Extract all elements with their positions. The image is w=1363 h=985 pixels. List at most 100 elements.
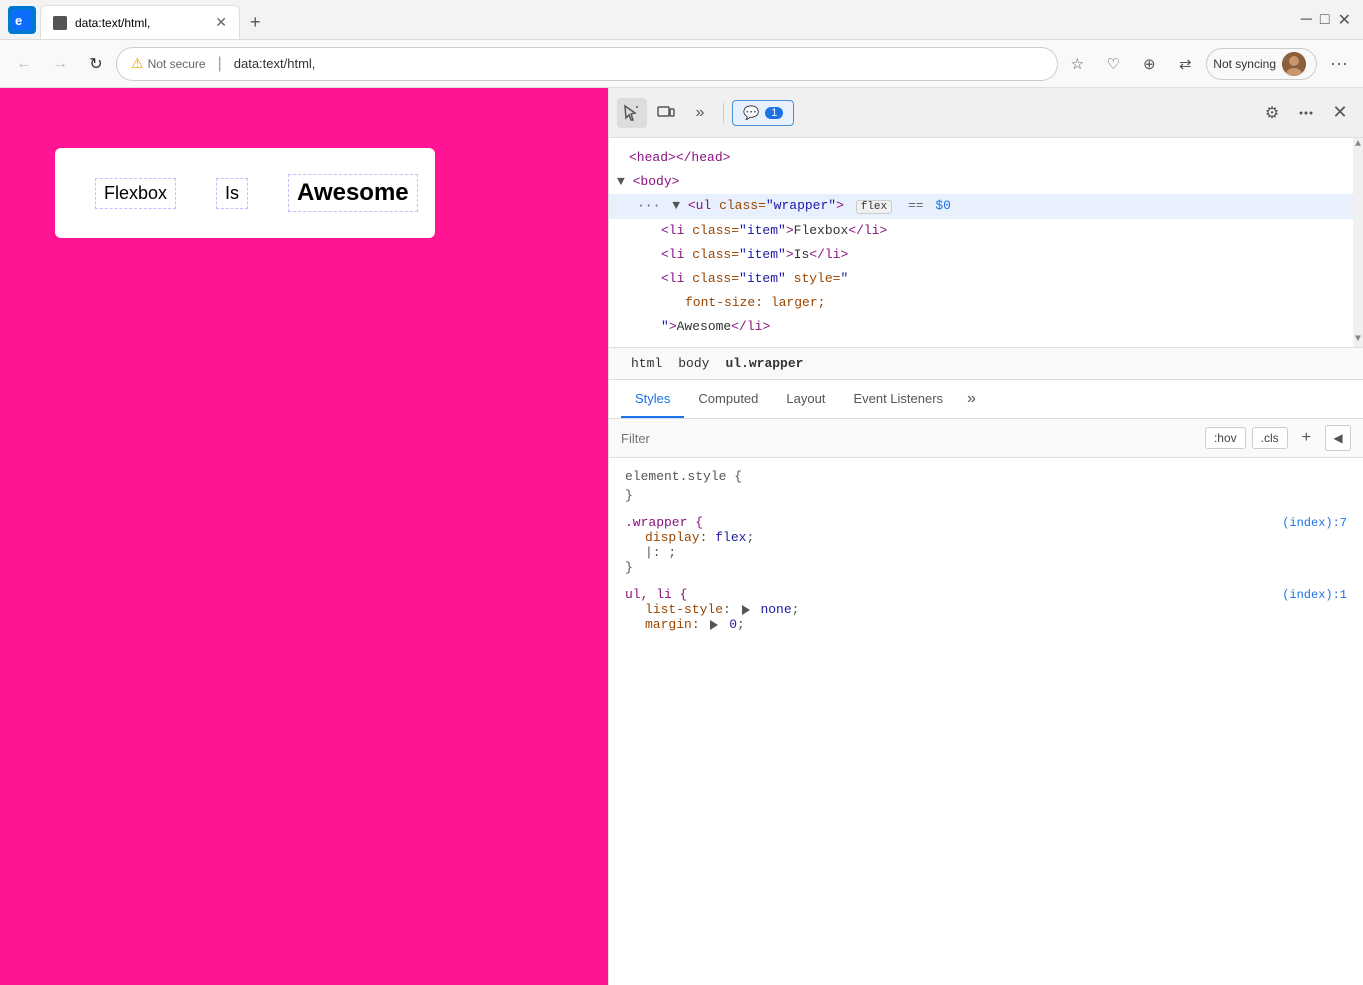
minimize-button[interactable]: ─ <box>1301 10 1312 30</box>
ul-li-rule-body: list-style: none; margin: 0; <box>625 602 1347 632</box>
devtools-close-button[interactable]: ✕ <box>1325 98 1355 128</box>
devtools-settings-button[interactable]: ⚙ <box>1257 98 1287 128</box>
margin-colon: : <box>692 617 708 632</box>
wrapper-source-link[interactable]: (index):7 <box>1282 516 1347 530</box>
awesome-style-close: " <box>661 319 669 334</box>
cursor-line-text: |: ; <box>645 545 676 560</box>
close-window-button[interactable]: ✕ <box>1338 10 1351 30</box>
title-bar-left: e <box>0 6 40 34</box>
ul-close-bracket: > <box>836 198 844 213</box>
flex-item-is: Is <box>216 178 248 209</box>
dollar-ref: $0 <box>935 198 951 213</box>
breadcrumb-html[interactable]: html <box>625 354 668 373</box>
ul-li-selector[interactable]: ul, li { <box>625 587 687 602</box>
expand-ul[interactable]: ▼ <box>672 198 680 213</box>
reading-list-icon[interactable]: ♡ <box>1098 49 1128 79</box>
tab-favicon <box>53 16 67 30</box>
element-style-close: } <box>625 488 1347 503</box>
css-rule-element-selector[interactable]: element.style { <box>625 466 1347 488</box>
flex-badge[interactable]: flex <box>856 200 892 214</box>
tree-line-head[interactable]: <head></head> <box>609 146 1363 170</box>
share-icon[interactable]: ⇄ <box>1170 49 1200 79</box>
list-style-prop[interactable]: list-style: none; <box>645 602 1347 617</box>
back-button[interactable]: ← <box>8 48 40 80</box>
breadcrumb-ul-wrapper[interactable]: ul.wrapper <box>719 354 809 373</box>
element-style-selector: element.style { <box>625 469 742 484</box>
awesome-text: Awesome <box>677 319 732 334</box>
refresh-button[interactable]: ↻ <box>80 48 112 80</box>
display-semi: ; <box>746 530 754 545</box>
tree-line-font: font-size: larger; <box>609 291 1363 315</box>
wrapper-rule-header: .wrapper { (index):7 <box>625 515 1347 530</box>
devtools-more-button[interactable] <box>1291 98 1321 128</box>
wrapper-selector[interactable]: .wrapper { <box>625 515 703 530</box>
breadcrumb-bar: html body ul.wrapper <box>609 348 1363 380</box>
console-button[interactable]: 💬 1 <box>732 100 794 126</box>
tab-computed[interactable]: Computed <box>684 380 772 418</box>
ul-li-source-link[interactable]: (index):1 <box>1282 588 1347 602</box>
li1-class-val: "item" <box>739 223 786 238</box>
devtools-toolbar: » 💬 1 ⚙ ✕ <box>609 88 1363 138</box>
list-style-semi: ; <box>792 602 800 617</box>
li3-class: class= <box>692 271 739 286</box>
wrapper-display-prop[interactable]: display: flex; <box>645 530 1347 545</box>
tree-line-li1[interactable]: <li class="item">Flexbox</li> <box>609 219 1363 243</box>
html-tree-inner: <head></head> ▼ <body> ··· ▼ <ul class="… <box>609 142 1363 343</box>
new-tab-button[interactable]: + <box>240 6 271 39</box>
tab-layout[interactable]: Layout <box>772 380 839 418</box>
active-tab[interactable]: data:text/html, ✕ <box>40 5 240 39</box>
tree-line-body[interactable]: ▼ <body> <box>609 170 1363 194</box>
display-prop-name: display <box>645 530 700 545</box>
devtools-panels-more-button[interactable]: » <box>685 98 715 128</box>
panel-tabs-more[interactable]: » <box>961 380 982 418</box>
li2-end: </li> <box>809 247 848 262</box>
inspect-element-button[interactable] <box>617 98 647 128</box>
favorites-icon[interactable]: ☆ <box>1062 49 1092 79</box>
scroll-up-arrow[interactable]: ▲ <box>1353 138 1363 152</box>
maximize-button[interactable]: □ <box>1320 10 1330 30</box>
tree-line-ul[interactable]: ··· ▼ <ul class="wrapper"> flex == $0 <box>609 194 1363 219</box>
console-badge: 1 <box>765 107 783 119</box>
tree-line-li2[interactable]: <li class="item">Is</li> <box>609 243 1363 267</box>
margin-triangle-icon[interactable] <box>707 617 729 632</box>
display-colon: : <box>700 530 716 545</box>
tab-event-listeners[interactable]: Event Listeners <box>839 380 957 418</box>
device-toggle-button[interactable] <box>651 98 681 128</box>
profile-button[interactable]: Not syncing <box>1206 48 1317 80</box>
wrapper-rule-body: display: flex; |: ; <box>625 530 1347 560</box>
layout-toggle-button[interactable]: ◀ <box>1325 425 1351 451</box>
tree-line-li3[interactable]: <li class="item" style=" <box>609 267 1363 291</box>
li2-open: <li <box>661 247 692 262</box>
breadcrumb-body[interactable]: body <box>672 354 715 373</box>
tab-title: data:text/html, <box>75 16 150 30</box>
browser-icon: e <box>8 6 36 34</box>
html-tree-scrollbar[interactable]: ▲ ▼ <box>1353 138 1363 347</box>
wrapper-cursor-line[interactable]: |: ; <box>645 545 1347 560</box>
collections-icon[interactable]: ⊕ <box>1134 49 1164 79</box>
list-style-colon: : <box>723 602 739 617</box>
forward-button[interactable]: → <box>44 48 76 80</box>
margin-semi: ; <box>737 617 745 632</box>
filter-input[interactable] <box>621 431 1199 446</box>
warning-icon: ⚠ <box>131 55 144 72</box>
title-bar: e data:text/html, ✕ + ─ □ ✕ <box>0 0 1363 40</box>
address-text: data:text/html, <box>234 56 316 71</box>
expand-body[interactable]: ▼ <box>617 174 625 189</box>
list-style-triangle-icon[interactable] <box>739 602 761 617</box>
tab-close-button[interactable]: ✕ <box>215 14 227 31</box>
li3-open: <li <box>661 271 692 286</box>
filter-bar: :hov .cls + ◀ <box>609 419 1363 458</box>
more-options-button[interactable]: ··· <box>1323 48 1355 80</box>
tab-styles[interactable]: Styles <box>621 380 684 418</box>
hov-button[interactable]: :hov <box>1205 427 1246 449</box>
font-prop: font-size: larger; <box>685 295 825 310</box>
scroll-down-arrow[interactable]: ▼ <box>1353 333 1363 347</box>
address-bar[interactable]: ⚠ Not secure | data:text/html, <box>116 47 1058 81</box>
margin-prop[interactable]: margin: 0; <box>645 617 1347 632</box>
add-style-button[interactable]: + <box>1294 426 1319 450</box>
nav-icons-right: ☆ ♡ ⊕ ⇄ Not syncing ··· <box>1062 48 1355 80</box>
tree-line-awesome[interactable]: ">Awesome</li> <box>609 315 1363 339</box>
css-rules: element.style { } .wrapper { (index):7 d… <box>609 458 1363 985</box>
cls-button[interactable]: .cls <box>1252 427 1288 449</box>
not-syncing-label: Not syncing <box>1213 57 1276 71</box>
